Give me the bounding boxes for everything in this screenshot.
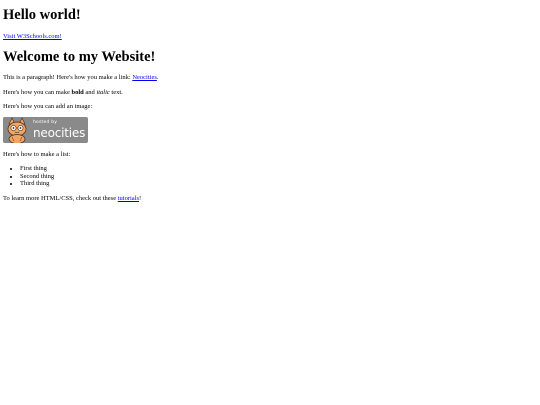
neocities-badge-image: hosted by neocities [3, 117, 88, 143]
formatting-paragraph: Here's how you can make bold and italic … [3, 89, 123, 96]
tutorials-text: To learn more HTML/CSS, check out these [3, 195, 118, 202]
list-item: Second thing [20, 173, 54, 181]
bold-text: bold [71, 89, 84, 96]
formatting-text-middle: and [83, 89, 97, 96]
bullet-list: First thing Second thing Third thing [3, 165, 54, 188]
image-paragraph: Here's how you can add an image: [3, 103, 93, 110]
link-paragraph: This is a paragraph! Here's how you make… [3, 74, 159, 81]
neocities-cat-icon [3, 117, 31, 143]
list-item: First thing [20, 165, 54, 173]
list-item: Third thing [20, 180, 54, 188]
w3schools-paragraph: Visit W3Schools.com! [3, 33, 62, 40]
w3schools-link[interactable]: Visit W3Schools.com! [3, 33, 62, 40]
tutorials-paragraph: To learn more HTML/CSS, check out these … [3, 195, 141, 202]
welcome-heading: Welcome to my Website! [3, 49, 156, 65]
page-title: Hello world! [3, 7, 81, 23]
italic-text: italic [96, 89, 110, 96]
neocities-link[interactable]: Neocities [132, 74, 157, 81]
link-paragraph-text: This is a paragraph! Here's how you make… [3, 74, 133, 81]
badge-text: hosted by neocities [33, 121, 85, 139]
list-paragraph: Here's how to make a list: [3, 151, 71, 158]
tutorials-link[interactable]: tutorials [118, 195, 139, 202]
formatting-text-end: text. [109, 89, 123, 96]
tutorials-text-end: ! [139, 195, 142, 202]
badge-big-text: neocities [33, 125, 86, 140]
link-paragraph-end: . [156, 74, 159, 81]
formatting-text-start: Here's how you can make [3, 89, 72, 96]
